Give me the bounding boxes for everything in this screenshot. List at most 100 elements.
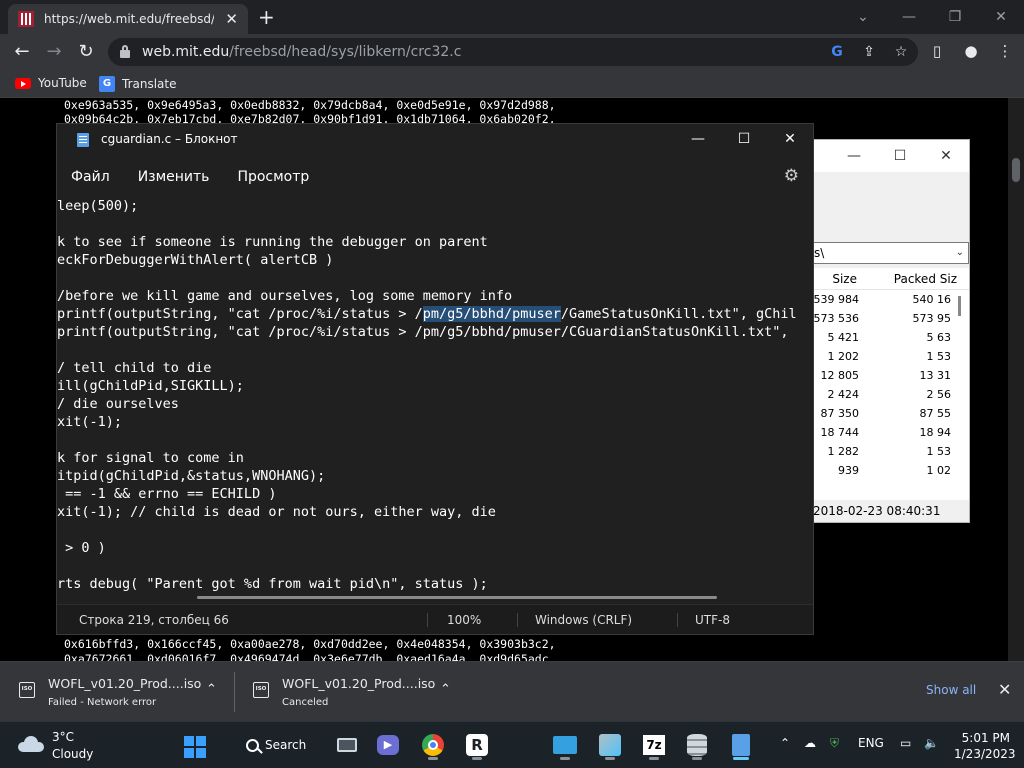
google-lens-icon[interactable]: G xyxy=(826,42,848,62)
mit-favicon-icon xyxy=(18,11,34,27)
minimize-icon[interactable]: — xyxy=(675,124,721,154)
app-running-indicator xyxy=(560,757,570,760)
remote-desktop-icon[interactable] xyxy=(548,728,582,762)
bookmark-star-icon[interactable]: ☆ xyxy=(890,42,912,62)
profile-icon[interactable]: ● xyxy=(956,36,986,66)
archive-scrollbar[interactable] xyxy=(958,296,961,316)
archive-row[interactable]: 5 421 5 63 xyxy=(811,328,969,347)
archive-row[interactable]: 539 984 540 16 xyxy=(811,290,969,309)
encoding: UTF-8 xyxy=(695,613,730,627)
page-scrollbar[interactable] xyxy=(1008,98,1024,661)
taskbar-clock[interactable]: 5:01 PM 1/23/2023 xyxy=(954,730,1016,762)
taskbar-search-button[interactable]: Search xyxy=(232,730,314,760)
download-status: Canceled xyxy=(282,697,329,708)
weather-temperature[interactable]: 3°C xyxy=(52,730,74,744)
restore-icon[interactable]: ❐ xyxy=(932,0,978,34)
close-icon[interactable]: ✕ xyxy=(978,0,1024,34)
installer-icon[interactable] xyxy=(593,728,627,762)
chevron-up-icon[interactable]: ⌃ xyxy=(780,736,790,750)
maximize-icon[interactable]: ☐ xyxy=(877,140,923,172)
database-icon[interactable] xyxy=(680,728,714,762)
chevron-up-icon[interactable]: ⌃ xyxy=(440,682,451,697)
menu-edit[interactable]: Изменить xyxy=(124,164,224,190)
display-icon[interactable]: ▭ xyxy=(900,736,911,750)
download-item[interactable]: ISO WOFL_v01.20_Prod....iso Failed - Net… xyxy=(0,662,230,722)
close-icon[interactable]: ✕ xyxy=(923,140,969,172)
archive-row[interactable]: 87 350 87 55 xyxy=(811,404,969,423)
security-shield-icon[interactable]: ⛨ xyxy=(830,736,839,751)
file-size: 573 536 xyxy=(813,312,860,325)
reload-icon[interactable]: ↻ xyxy=(74,41,98,63)
volume-icon[interactable]: 🔈 xyxy=(924,736,939,750)
browser-tab[interactable]: https://web.mit.edu/freebsd/hea ✕ xyxy=(8,4,248,34)
toolbar-right: ▯ ● ⋮ xyxy=(922,36,1020,66)
chevron-down-icon[interactable]: ⌄ xyxy=(956,243,964,263)
page-code-line: 0x616bffd3, 0x166ccf45, 0xa00ae278, 0xd7… xyxy=(64,637,556,651)
notepad-text-area[interactable]: leep(500); k to see if someone is running… xyxy=(57,196,797,592)
url-host: web.mit.edu xyxy=(142,44,230,60)
archive-row[interactable]: 12 805 13 31 xyxy=(811,366,969,385)
menu-view[interactable]: Просмотр xyxy=(223,164,323,190)
lock-icon[interactable] xyxy=(120,45,130,58)
weather-condition[interactable]: Cloudy xyxy=(52,747,93,761)
close-icon[interactable]: ✕ xyxy=(767,124,813,154)
notepad-horizontal-scrollbar[interactable] xyxy=(197,596,717,599)
archive-row[interactable]: 939 1 02 xyxy=(811,461,969,480)
archive-row[interactable]: 2 424 2 56 xyxy=(811,385,969,404)
file-size: 939 xyxy=(838,464,859,477)
task-view-icon[interactable] xyxy=(330,728,364,762)
archive-row[interactable]: 18 744 18 94 xyxy=(811,423,969,442)
more-menu-icon[interactable]: ⋮ xyxy=(990,36,1020,66)
teams-chat-icon[interactable]: ▶ xyxy=(371,728,405,762)
line-ending: Windows (CRLF) xyxy=(535,613,633,627)
column-size[interactable]: Size xyxy=(811,268,857,289)
archive-path-field[interactable]: s\ ⌄ xyxy=(811,242,969,264)
code-line: k to see if someone is running the debug… xyxy=(57,234,488,250)
language-indicator[interactable]: ENG xyxy=(858,736,884,750)
r-app-icon[interactable]: R xyxy=(460,728,494,762)
minimize-icon[interactable]: — xyxy=(831,140,877,172)
file-packed-size: 1 02 xyxy=(926,464,952,477)
status-divider xyxy=(427,613,428,627)
archive-rows: 539 984 540 16 573 536 573 95 5 421 5 63 1 202… xyxy=(811,290,969,480)
code-line: /before we kill game and ourselves, log … xyxy=(57,288,513,304)
column-packed-size[interactable]: Packed Siz xyxy=(857,268,957,289)
forward-icon[interactable]: → xyxy=(42,41,66,63)
network-offline-icon[interactable]: ☁ xyxy=(804,736,816,750)
settings-gear-icon[interactable]: ⚙ xyxy=(784,166,799,186)
bookmark-youtube[interactable]: YouTube xyxy=(15,76,87,90)
new-tab-icon[interactable]: + xyxy=(258,6,275,28)
menu-file[interactable]: Файл xyxy=(57,164,124,190)
file-packed-size: 2 56 xyxy=(926,388,952,401)
chrome-icon[interactable] xyxy=(416,728,450,762)
windows-taskbar: 3°C Cloudy Search ▶ R 7z ⌃ ☁ ⛨ ENG ▭ 🔈 5… xyxy=(0,721,1024,768)
share-icon[interactable]: ⇪ xyxy=(858,42,880,62)
chevron-up-icon[interactable]: ⌃ xyxy=(206,682,217,697)
bookmark-translate[interactable]: G Translate xyxy=(99,76,177,92)
archive-row[interactable]: 573 536 573 95 xyxy=(811,309,969,328)
scrollbar-thumb[interactable] xyxy=(1012,158,1020,182)
side-panel-icon[interactable]: ▯ xyxy=(922,36,952,66)
download-item[interactable]: ISO WOFL_v01.20_Prod....iso Canceled ⌃ xyxy=(234,662,464,722)
close-downloads-icon[interactable]: ✕ xyxy=(998,680,1011,699)
maximize-icon[interactable]: ☐ xyxy=(721,124,767,154)
show-all-downloads-link[interactable]: Show all xyxy=(926,683,976,697)
chevron-down-icon[interactable]: ⌄ xyxy=(840,0,886,34)
cloud-icon[interactable] xyxy=(18,736,44,752)
notepad-vertical-scrollbar[interactable] xyxy=(797,196,813,592)
url-text[interactable]: web.mit.edu/freebsd/head/sys/libkern/crc… xyxy=(142,44,461,60)
selected-text[interactable]: pm/g5/bbhd/pmuser xyxy=(422,306,561,322)
minimize-icon[interactable]: — xyxy=(886,0,932,34)
clock-time: 5:01 PM xyxy=(961,731,1010,745)
archive-row[interactable]: 1 282 1 53 xyxy=(811,442,969,461)
notepad-taskbar-icon[interactable] xyxy=(724,728,758,762)
archive-path-text: s\ xyxy=(814,246,825,260)
back-icon[interactable]: ← xyxy=(10,41,34,63)
7zip-icon[interactable]: 7z xyxy=(637,728,671,762)
url-path: /freebsd/head/sys/libkern/crc32.c xyxy=(229,44,462,60)
archive-row[interactable]: 1 202 1 53 xyxy=(811,347,969,366)
windows-start-icon[interactable] xyxy=(184,736,206,758)
address-bar[interactable]: web.mit.edu/freebsd/head/sys/libkern/crc… xyxy=(108,38,918,66)
tab-close-icon[interactable]: ✕ xyxy=(225,11,238,27)
file-packed-size: 540 16 xyxy=(912,293,952,306)
